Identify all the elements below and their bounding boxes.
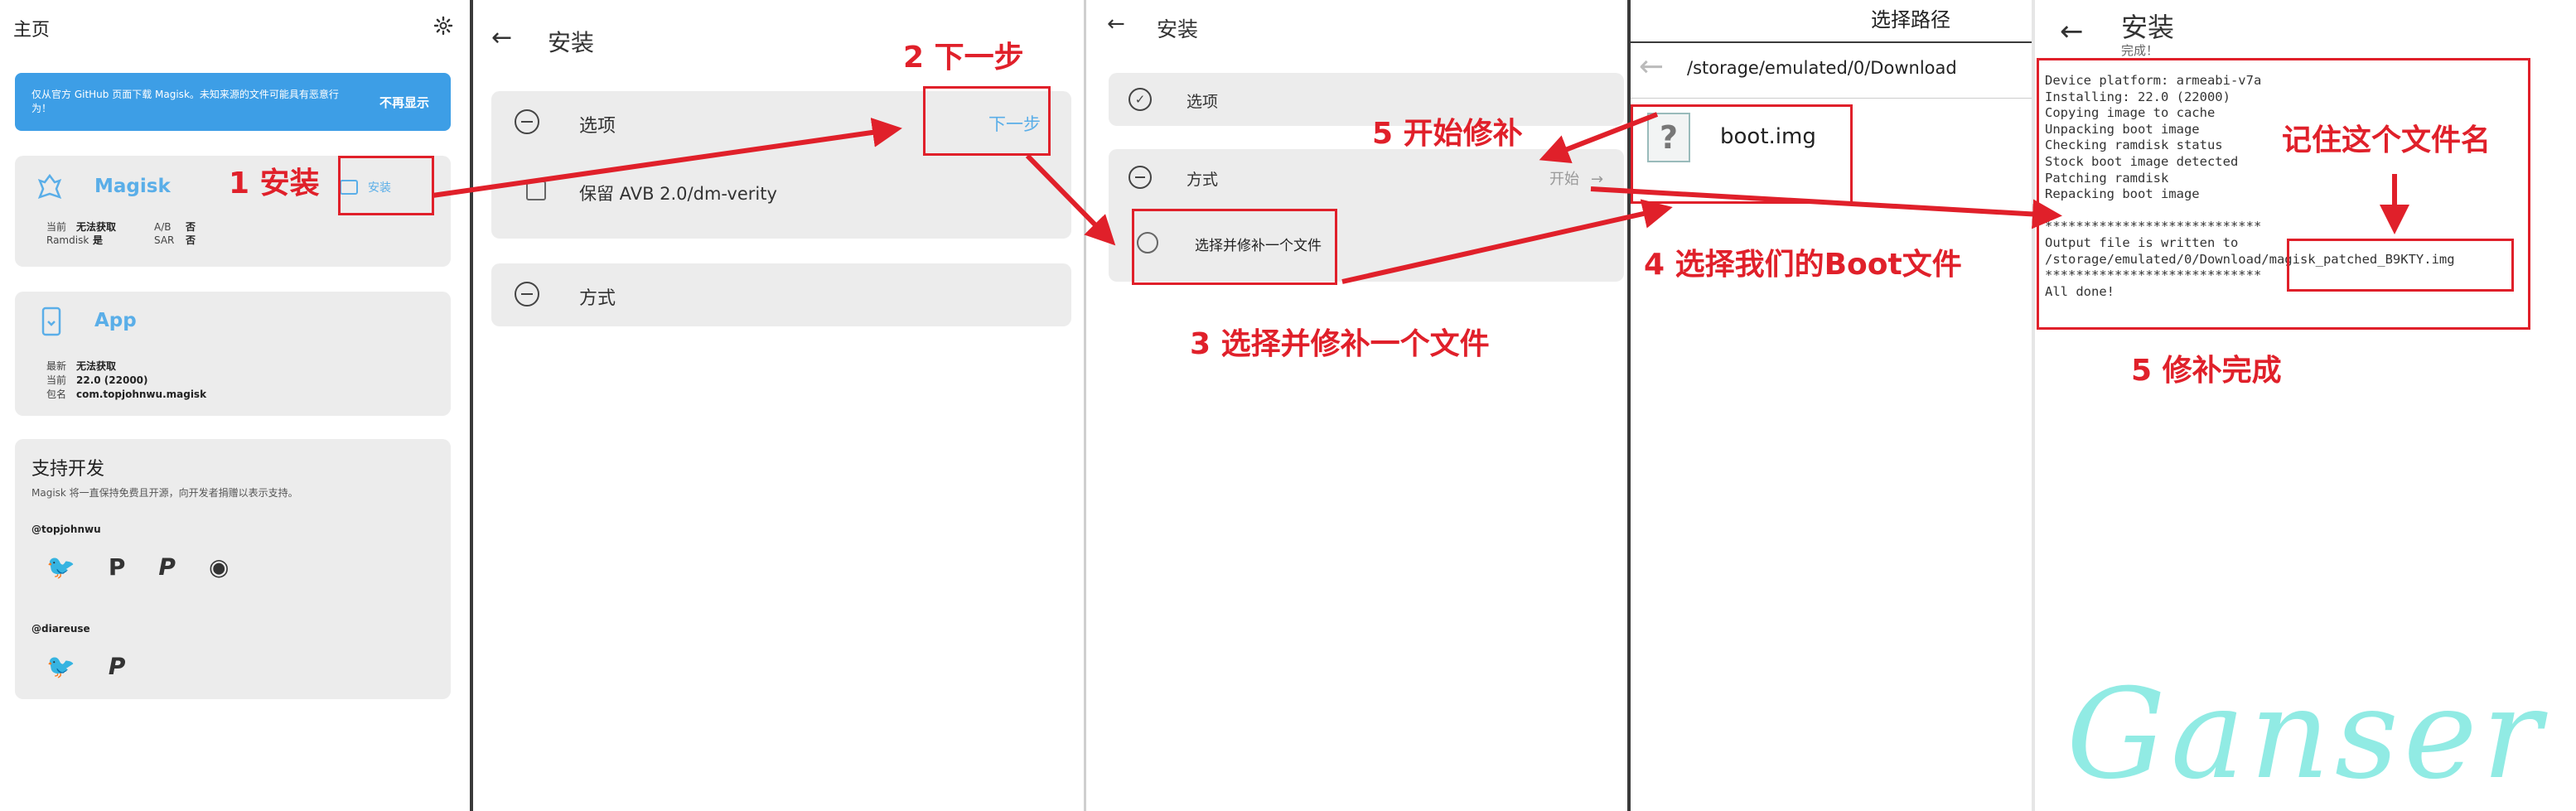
annotation-remember: 记住这个文件名 <box>2282 123 2491 157</box>
annotation-step1: 1 安装 <box>229 167 320 200</box>
annotation-step3: 3 选择并修补一个文件 <box>1190 327 1490 361</box>
highlight-select-patch <box>1132 209 1337 285</box>
arrow-next-to-select <box>1025 153 1116 246</box>
highlight-next-button <box>923 86 1051 156</box>
arrow-install-to-next <box>432 118 902 198</box>
annotation-step5a: 5 开始修补 <box>1372 117 1523 151</box>
highlight-output-filename <box>2287 239 2514 292</box>
highlight-boot-file <box>1631 104 1853 204</box>
annotation-step5b: 5 修补完成 <box>2131 354 2282 388</box>
arrow-select-to-file <box>1341 199 1673 284</box>
annotation-step4: 4 选择我们的Boot文件 <box>1644 248 1962 282</box>
annotation-step2: 2 下一步 <box>903 41 1024 75</box>
highlight-install-button <box>338 156 434 215</box>
